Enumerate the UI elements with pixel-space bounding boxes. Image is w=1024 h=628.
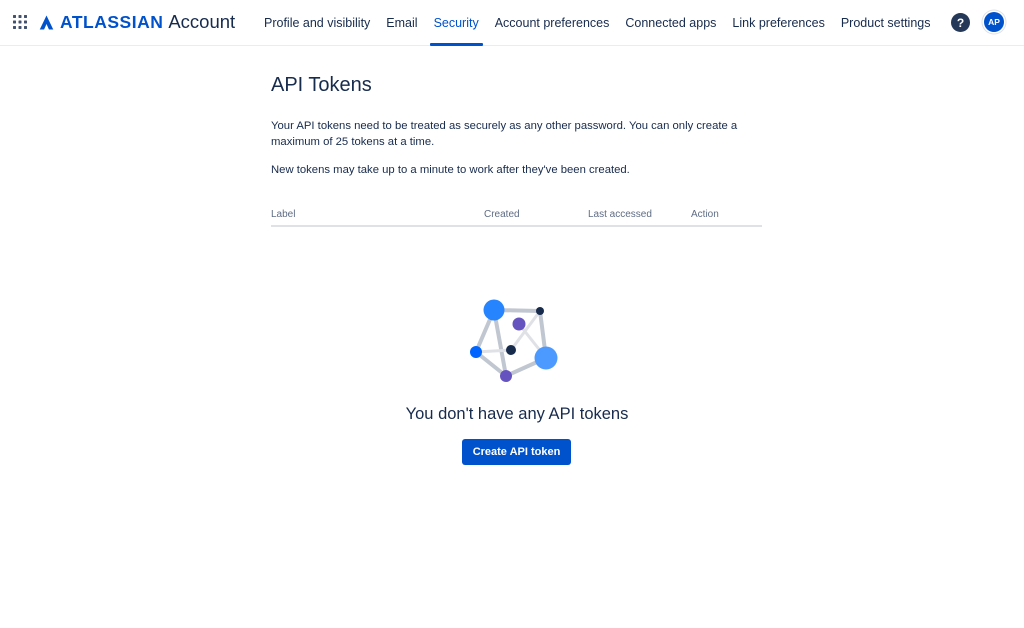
atlassian-account-logo[interactable]: ATLASSIAN Account (39, 11, 235, 33)
column-header-last-accessed[interactable]: Last accessed (588, 209, 652, 220)
tab-security[interactable]: Security (426, 0, 487, 46)
column-header-created[interactable]: Created (484, 209, 520, 220)
help-icon[interactable]: ? (951, 13, 970, 32)
tab-profile-and-visibility[interactable]: Profile and visibility (256, 0, 378, 46)
tab-account-preferences[interactable]: Account preferences (487, 0, 618, 46)
tab-link-preferences[interactable]: Link preferences (724, 0, 832, 46)
tokens-table-header: Label Created Last accessed Action (271, 206, 762, 227)
tab-product-settings[interactable]: Product settings (833, 0, 939, 46)
description-note: New tokens may take up to a minute to wo… (271, 164, 630, 176)
product-name: Account (168, 11, 236, 32)
column-header-action: Action (691, 209, 719, 220)
account-tabs: Profile and visibility Email Security Ac… (256, 0, 938, 46)
description-text: Your API tokens need to be treated as se… (271, 120, 738, 148)
token-network-illustration (470, 299, 558, 382)
brand-name: ATLASSIAN (60, 11, 164, 32)
create-api-token-button[interactable]: Create API token (462, 439, 571, 465)
tab-email[interactable]: Email (378, 0, 425, 46)
atlassian-logo-icon (39, 14, 54, 30)
grid-icon[interactable] (13, 15, 27, 29)
empty-state-title: You don't have any API tokens (405, 405, 629, 423)
top-navigation: ATLASSIAN Account Profile and visibility… (0, 0, 1024, 46)
page-title: API Tokens (271, 74, 372, 96)
avatar[interactable]: AP (984, 12, 1004, 32)
tab-connected-apps[interactable]: Connected apps (617, 0, 724, 46)
column-header-label[interactable]: Label (271, 209, 295, 220)
